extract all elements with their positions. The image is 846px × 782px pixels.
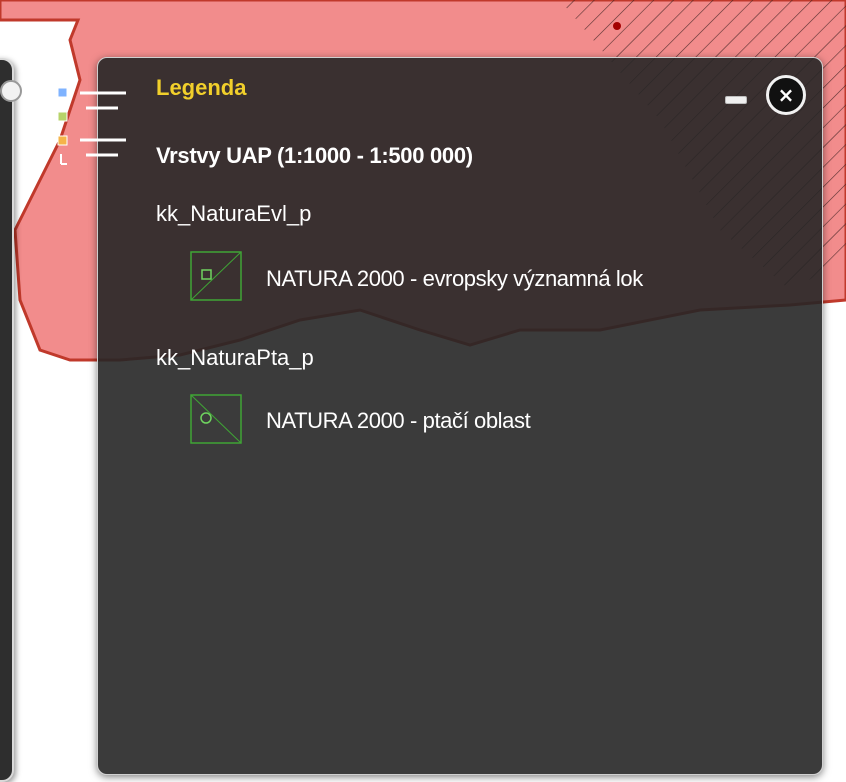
- hatched-square-symbol: [190, 251, 242, 301]
- map-point-marker[interactable]: [613, 22, 621, 30]
- legend-item-label: NATURA 2000 - evropsky významná lok: [266, 266, 643, 291]
- close-button[interactable]: ×: [766, 75, 806, 115]
- legend-list-icon[interactable]: [54, 84, 134, 174]
- hatched-circle-symbol: [190, 394, 242, 444]
- legend-title: Legenda: [156, 75, 247, 100]
- layer-name: kk_NaturaEvl_p: [156, 201, 312, 226]
- legend-item-label: NATURA 2000 - ptačí oblast: [266, 408, 531, 433]
- legend-panel: Legenda × Vrstvy UAP (1:1000 - 1:500 000…: [97, 57, 823, 775]
- close-icon: ×: [777, 83, 795, 107]
- collapsed-side-panel[interactable]: [0, 58, 22, 782]
- side-panel-handle[interactable]: [0, 80, 22, 102]
- layer-group-title: Vrstvy UAP (1:1000 - 1:500 000): [156, 143, 473, 168]
- minimize-icon: [725, 96, 747, 104]
- minimize-button[interactable]: [725, 96, 747, 106]
- layer-name: kk_NaturaPta_p: [156, 345, 314, 370]
